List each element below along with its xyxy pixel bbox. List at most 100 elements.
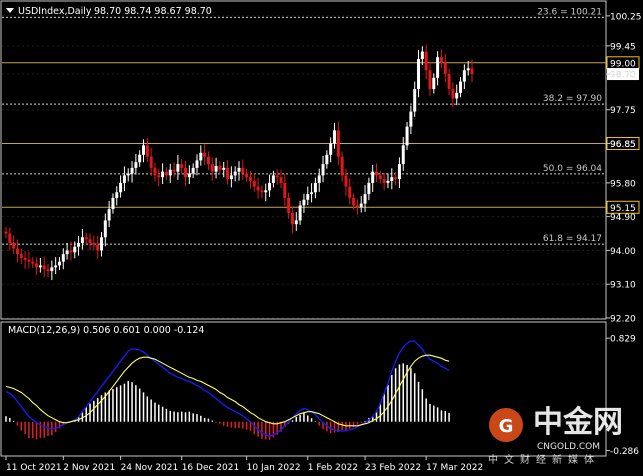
candle-body — [245, 173, 249, 178]
candle-body — [107, 209, 111, 221]
date-tick-label: 10 Jan 2022 — [247, 463, 301, 473]
candle-body — [294, 220, 298, 225]
candle-body — [35, 263, 39, 268]
candle-body — [42, 265, 46, 270]
candle-body — [256, 186, 260, 191]
date-tick-label: 23 Feb 2022 — [365, 463, 421, 473]
candle-body — [248, 177, 252, 182]
candle-body — [451, 89, 455, 99]
candle-body — [459, 81, 463, 93]
price-tick-label: 92.20 — [610, 315, 636, 325]
price-tick-label: 96.85 — [610, 140, 636, 150]
candle-body — [264, 190, 268, 193]
price-tick-label: 99.45 — [610, 42, 636, 52]
candle-body — [187, 173, 191, 178]
symbol-label: USDIndex,Daily — [18, 6, 92, 17]
candle-body — [195, 160, 199, 168]
candle-body — [218, 166, 222, 170]
candle-body — [375, 171, 379, 176]
fib-label: 50.0 = 96.04 — [543, 164, 602, 174]
candle-body — [298, 205, 302, 221]
candle-body — [363, 194, 367, 204]
watermark-tagline: 中文财经新媒体 — [488, 453, 600, 466]
macd-readout: MACD(12,26,9) 0.506 0.601 0.000 -0.124 — [8, 325, 204, 336]
candle-body — [226, 167, 230, 180]
candle-body — [252, 181, 256, 187]
candle-body — [8, 233, 12, 243]
candle-body — [73, 246, 77, 253]
candle-body — [382, 179, 386, 183]
date-tick-label: 1 Feb 2022 — [308, 463, 358, 473]
candle-body — [206, 156, 210, 165]
candle-body — [184, 167, 188, 178]
candle-body — [290, 212, 294, 225]
candle-body — [46, 269, 50, 272]
candle-body — [172, 169, 176, 172]
key-level-label: 99.00 — [610, 59, 636, 69]
candle-body — [371, 171, 375, 183]
candle-body — [176, 164, 180, 172]
candle-body — [233, 171, 237, 176]
candle-body — [260, 190, 264, 193]
candle-body — [355, 205, 359, 208]
candle-body — [321, 164, 325, 176]
candle-body — [302, 199, 306, 206]
candle-body — [310, 192, 314, 195]
macd-tick-label: 0.829 — [610, 335, 636, 345]
candle-body — [38, 265, 42, 268]
candle-body — [466, 68, 470, 71]
candle-body — [271, 175, 275, 183]
candle-body — [447, 74, 451, 90]
candle-body — [80, 237, 84, 243]
candle-body — [69, 250, 73, 253]
candle-body — [237, 167, 241, 172]
candle-body — [180, 164, 184, 168]
candle-body — [15, 248, 19, 255]
date-tick-label: 11 Oct 2021 — [6, 463, 62, 473]
candle-body — [455, 92, 459, 99]
candle-body — [390, 177, 394, 182]
watermark-site: CNGOLD.COM — [537, 442, 600, 452]
candle-body — [27, 259, 31, 262]
candle-body — [161, 171, 165, 178]
candle-body — [19, 254, 23, 258]
candle-body — [57, 261, 61, 266]
candle-body — [111, 197, 115, 210]
candle-body — [77, 242, 81, 247]
date-tick-label: 17 Mar 2022 — [426, 463, 483, 473]
usdindex-daily-chart: 23.6 = 100.21 38.2 = 97.90 50.0 = 96.04 61.… — [0, 0, 643, 476]
candle-body — [54, 265, 58, 268]
candle-body — [397, 164, 401, 180]
candle-body — [352, 197, 356, 206]
watermark-brand: 中金网 — [533, 405, 623, 440]
candle-body — [222, 167, 226, 170]
candle-body — [287, 197, 291, 213]
candle-body — [344, 175, 348, 187]
candle-body — [268, 182, 272, 191]
price-tick-label: 93.10 — [610, 281, 636, 291]
candle-body — [241, 167, 245, 174]
candle-body — [348, 186, 352, 198]
candle-body — [199, 152, 203, 161]
candle-body — [332, 130, 336, 144]
candle-body — [130, 167, 134, 174]
price-tick-label: 97.75 — [610, 106, 636, 116]
candle-body — [409, 111, 413, 127]
candle-body — [61, 254, 65, 262]
candle-body — [84, 237, 88, 240]
candle-body — [378, 175, 382, 180]
candle-body — [436, 57, 440, 78]
candle-body — [115, 192, 119, 198]
price-tick-label: 94.00 — [610, 247, 636, 257]
candle-body — [191, 167, 195, 174]
candle-body — [340, 156, 344, 176]
candle-body — [420, 51, 424, 60]
candle-body — [424, 51, 428, 71]
candle-body — [157, 175, 161, 178]
candle-body — [359, 203, 363, 208]
date-tick-label: 16 Dec 2021 — [182, 463, 240, 473]
candle-body — [203, 152, 207, 157]
candle-body — [99, 237, 103, 251]
candle-body — [210, 164, 214, 172]
candle-body — [401, 145, 405, 165]
